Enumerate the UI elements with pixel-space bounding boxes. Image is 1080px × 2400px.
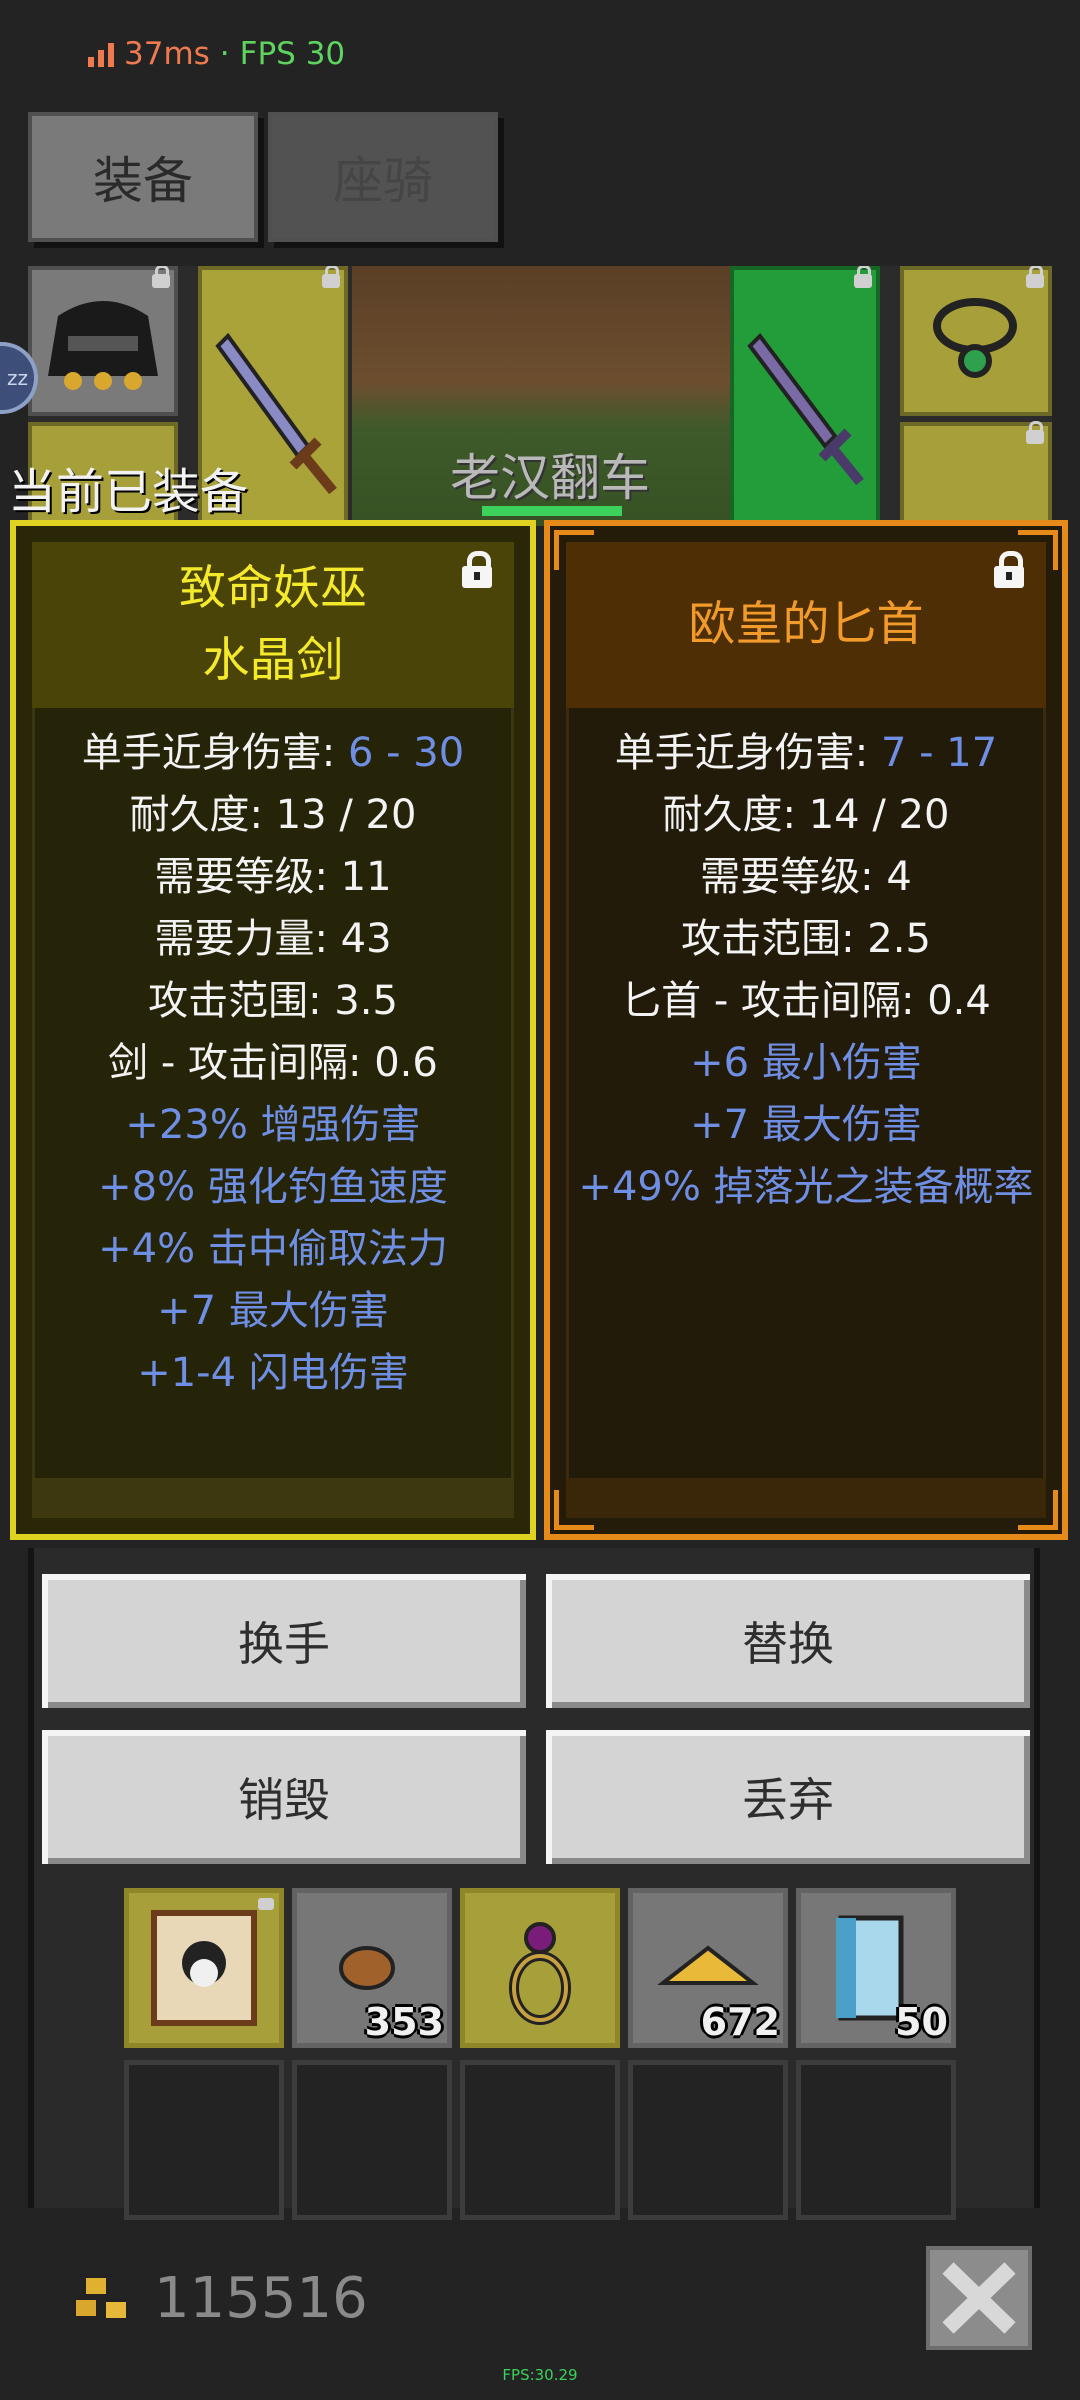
inventory-slot-empty[interactable] (124, 2060, 284, 2220)
helmet-icon (48, 301, 158, 390)
network-status: 37ms · FPS 30 (88, 34, 345, 74)
drop-button[interactable]: 丢弃 (546, 1730, 1030, 1864)
lock-icon (258, 1898, 274, 1910)
stat-line: 单手近身伤害: 6 - 30 (81, 730, 465, 776)
inventory-slot[interactable]: 672 (628, 1888, 788, 2048)
helmet-slot[interactable] (28, 266, 178, 416)
status-separator: · (219, 36, 230, 72)
item-name-line1: 致命妖巫 (179, 561, 367, 616)
panel-footer (32, 1478, 514, 1518)
bonus-line: +6 最小伤害 (690, 1040, 922, 1086)
inventory-slot-empty[interactable] (796, 2060, 956, 2220)
tab-equipment[interactable]: 装备 (28, 112, 258, 242)
inventory-slot[interactable] (460, 1888, 620, 2048)
stat-line: 需要力量: 43 (154, 916, 392, 962)
inventory-slot-empty[interactable] (628, 2060, 788, 2220)
stat-line: 剑 - 攻击间隔: 0.6 (108, 1040, 438, 1086)
item-count: 50 (895, 2000, 948, 2044)
ring-slot[interactable] (900, 266, 1052, 416)
inventory-slot[interactable] (124, 1888, 284, 2048)
fps-debug-text: FPS:30.29 (502, 2366, 578, 2384)
bonus-line: +7 最大伤害 (157, 1288, 389, 1334)
item-stats: 单手近身伤害: 7 - 17 耐久度: 14 / 20 需要等级: 4 攻击范围… (566, 722, 1046, 1218)
inventory-slot-empty[interactable] (460, 2060, 620, 2220)
stat-line: 攻击范围: 2.5 (681, 916, 931, 962)
lock-icon (1026, 266, 1044, 288)
bonus-line: +4% 击中偷取法力 (98, 1226, 448, 1272)
off-hand-slot[interactable] (730, 266, 880, 526)
scroll-portrait-icon (151, 1910, 257, 2026)
bonus-line: +23% 增强伤害 (125, 1102, 421, 1148)
ring-icon (509, 1922, 571, 2025)
lock-icon (152, 266, 170, 288)
stat-line: 耐久度: 14 / 20 (662, 792, 950, 838)
item-title-area: 致命妖巫 水晶剑 (32, 542, 514, 708)
gold-amount: 115516 (154, 2266, 368, 2331)
bonus-line: +8% 强化钓鱼速度 (98, 1164, 448, 1210)
armor-slot[interactable] (900, 421, 1052, 526)
bonus-line: +7 最大伤害 (690, 1102, 922, 1148)
lock-icon (1026, 421, 1044, 444)
replace-button[interactable]: 替换 (546, 1574, 1030, 1708)
destroy-button[interactable]: 销毁 (42, 1730, 526, 1864)
close-icon (942, 2262, 1016, 2334)
inventory-slot[interactable]: 50 (796, 1888, 956, 2048)
tab-mount[interactable]: 座骑 (268, 112, 498, 242)
character-name: 老汉翻车 (450, 449, 650, 507)
stat-line: 需要等级: 4 (700, 854, 912, 900)
item-title-area: 欧皇的匕首 (566, 542, 1046, 708)
panel-footer (566, 1478, 1046, 1518)
currently-equipped-label: 当前已装备 (8, 464, 249, 520)
stat-line: 耐久度: 13 / 20 (129, 792, 417, 838)
stat-line: 单手近身伤害: 7 - 17 (614, 730, 998, 776)
item-count: 353 (364, 2000, 444, 2044)
inventory-slot-empty[interactable] (292, 2060, 452, 2220)
item-stats: 单手近身伤害: 6 - 30 耐久度: 13 / 20 需要等级: 11 需要力… (32, 722, 514, 1404)
stat-line: 攻击范围: 3.5 (148, 978, 398, 1024)
bonus-line: +49% 掉落光之装备概率 (578, 1164, 1034, 1210)
health-bar (482, 506, 622, 516)
bonus-line: +1-4 闪电伤害 (137, 1350, 409, 1396)
dagger-icon (747, 332, 864, 486)
lock-icon (854, 266, 872, 288)
item-count: 672 (700, 2000, 780, 2044)
latency-text: 37ms (124, 36, 210, 72)
lock-icon[interactable] (462, 551, 492, 588)
signal-icon (88, 41, 114, 67)
character-scene: 老汉翻车 (352, 266, 748, 526)
swap-hand-button[interactable]: 换手 (42, 1574, 526, 1708)
gold-icon (72, 2274, 130, 2322)
fps-text: FPS 30 (239, 36, 346, 72)
stat-line: 匕首 - 攻击间隔: 0.4 (621, 978, 991, 1024)
inventory-slot[interactable]: 353 (292, 1888, 452, 2048)
item-name: 欧皇的匕首 (688, 597, 924, 652)
equipped-item-panel: 致命妖巫 水晶剑 单手近身伤害: 6 - 30 耐久度: 13 / 20 需要等… (10, 520, 536, 1540)
amulet-icon (933, 298, 1017, 378)
lock-icon[interactable] (994, 551, 1024, 588)
lock-icon (322, 266, 340, 288)
compared-item-panel: 欧皇的匕首 单手近身伤害: 7 - 17 耐久度: 14 / 20 需要等级: … (544, 520, 1068, 1540)
item-name-line2: 水晶剑 (202, 633, 344, 688)
close-button[interactable] (926, 2246, 1032, 2350)
stat-line: 需要等级: 11 (154, 854, 392, 900)
